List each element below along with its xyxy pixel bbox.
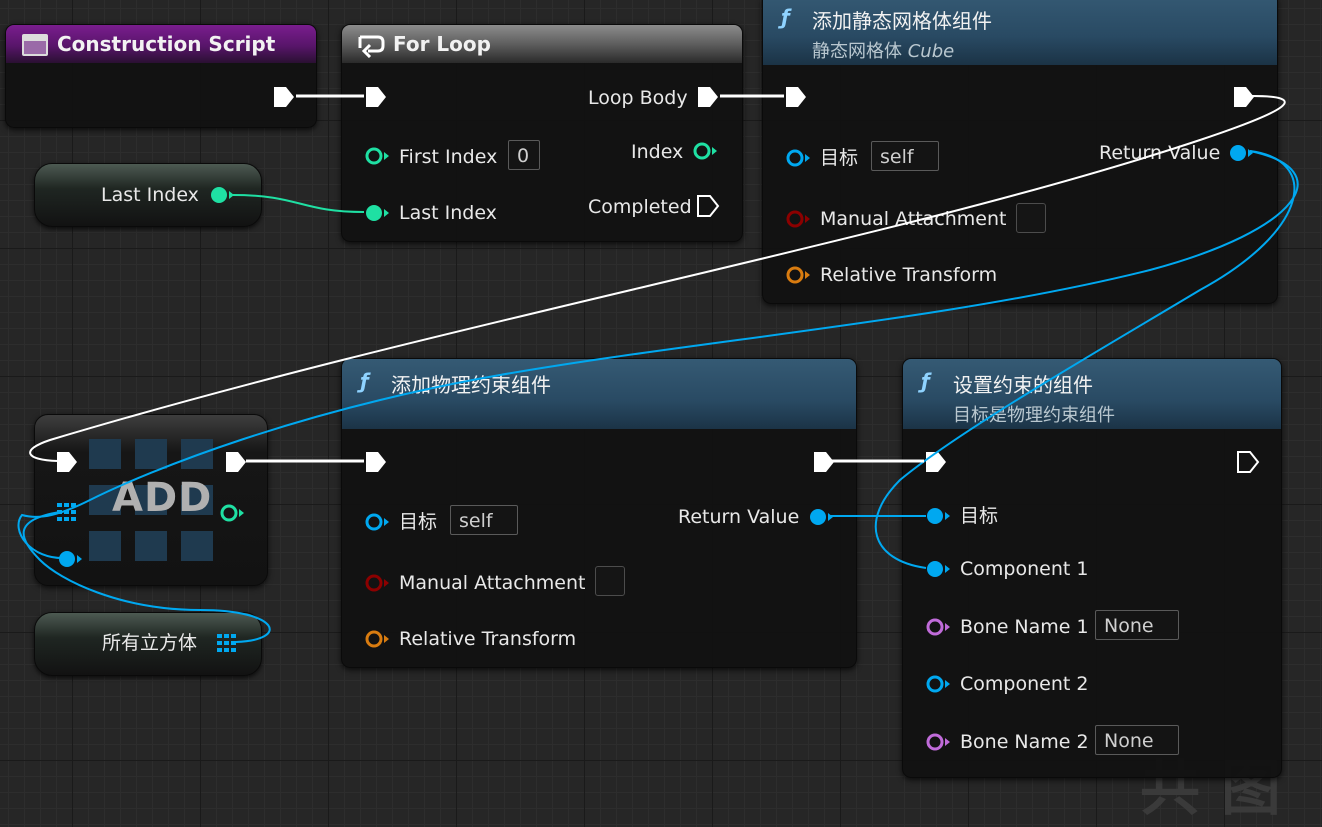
bone-name1-pin-icon[interactable] — [925, 617, 951, 637]
target-label: 目标 — [960, 505, 999, 527]
index-pin-icon[interactable] — [692, 141, 718, 161]
add-node-label: ADD — [112, 475, 213, 521]
completed-exec-pin-icon[interactable] — [696, 194, 720, 218]
add-static-mesh-title: 添加静态网格体组件 — [812, 9, 992, 33]
bone-name2-label: Bone Name 2 — [960, 731, 1089, 753]
index-label: Index — [631, 141, 684, 163]
exec-in-pin-icon[interactable] — [784, 85, 808, 109]
relative-transform-label: Relative Transform — [820, 264, 998, 286]
add-physics-constraint-title: 添加物理约束组件 — [391, 373, 551, 397]
manual-attachment-checkbox[interactable] — [595, 566, 625, 596]
first-index-pin-icon[interactable] — [364, 146, 390, 166]
target-pin-icon[interactable] — [364, 512, 390, 532]
return-value-pin-icon[interactable] — [808, 507, 834, 527]
event-graph-icon — [22, 34, 48, 56]
bone-name2-field[interactable]: None — [1095, 725, 1179, 755]
bone-name1-field[interactable]: None — [1095, 610, 1179, 640]
last-index-label: Last Index — [399, 202, 497, 224]
exec-in-pin-icon[interactable] — [55, 450, 79, 474]
bone-name1-label: Bone Name 1 — [960, 616, 1089, 638]
array-grid-cell — [135, 531, 167, 561]
target-field[interactable]: self — [871, 141, 939, 171]
return-value-label: Return Value — [678, 506, 800, 528]
target-pin-icon[interactable] — [925, 506, 951, 526]
array-add-node[interactable]: ADD — [34, 414, 268, 586]
construction-script-node[interactable]: Construction Script — [5, 24, 317, 128]
component2-label: Component 2 — [960, 673, 1089, 695]
bone-name2-pin-icon[interactable] — [925, 732, 951, 752]
loop-body-label: Loop Body — [588, 87, 688, 109]
for-loop-node[interactable]: For Loop Loop Body First Index 0 Index L… — [341, 24, 743, 242]
exec-out-pin-icon[interactable] — [224, 450, 248, 474]
array-grid-cell — [89, 531, 121, 561]
array-grid-icon[interactable] — [217, 634, 237, 652]
exec-out-pin-icon[interactable] — [272, 85, 296, 109]
exec-in-pin-icon[interactable] — [924, 450, 948, 474]
manual-attachment-checkbox[interactable] — [1016, 203, 1046, 233]
array-grid-icon[interactable] — [57, 503, 77, 521]
array-grid-cell — [135, 439, 167, 469]
exec-out-pin-icon[interactable] — [1232, 85, 1256, 109]
relative-transform-pin-icon[interactable] — [364, 629, 390, 649]
last-index-variable[interactable]: Last Index — [34, 163, 262, 227]
return-value-pin-icon[interactable] — [1228, 143, 1254, 163]
add-static-mesh-subtitle: 静态网格体 Cube — [812, 41, 955, 62]
target-pin-icon[interactable] — [785, 148, 811, 168]
last-index-pin-icon[interactable] — [364, 203, 390, 223]
target-label: 目标 — [820, 147, 859, 169]
last-index-variable-label: Last Index — [101, 184, 199, 206]
item-in-pin-icon[interactable] — [57, 549, 83, 569]
exec-out-pin-icon[interactable] — [812, 450, 836, 474]
function-icon: ƒ — [360, 369, 369, 393]
manual-attachment-pin-icon[interactable] — [785, 209, 811, 229]
return-value-label: Return Value — [1099, 142, 1221, 164]
for-loop-title: For Loop — [393, 32, 491, 56]
function-icon: ƒ — [781, 5, 790, 29]
all-cubes-variable-label: 所有立方体 — [102, 632, 198, 654]
array-grid-cell — [181, 439, 213, 469]
add-physics-constraint-node[interactable]: ƒ 添加物理约束组件 目标 self Return Value Manual A… — [341, 358, 857, 668]
set-constrained-components-title: 设置约束的组件 — [953, 373, 1093, 397]
completed-label: Completed — [588, 196, 692, 218]
loop-icon — [358, 35, 385, 58]
set-constrained-components-node[interactable]: ƒ 设置约束的组件 目标是物理约束组件 目标 Component 1 Bone … — [902, 358, 1282, 778]
component1-label: Component 1 — [960, 558, 1089, 580]
relative-transform-label: Relative Transform — [399, 628, 577, 650]
manual-attachment-label: Manual Attachment — [820, 208, 1007, 230]
construction-script-title: Construction Script — [57, 32, 276, 56]
all-cubes-variable[interactable]: 所有立方体 — [34, 612, 262, 676]
first-index-label: First Index — [399, 146, 498, 168]
relative-transform-pin-icon[interactable] — [785, 265, 811, 285]
component1-pin-icon[interactable] — [925, 559, 951, 579]
function-icon: ƒ — [921, 369, 930, 393]
array-grid-cell — [89, 439, 121, 469]
component2-pin-icon[interactable] — [925, 674, 951, 694]
manual-attachment-pin-icon[interactable] — [364, 573, 390, 593]
set-constrained-components-subtitle: 目标是物理约束组件 — [953, 405, 1115, 426]
index-out-pin-icon[interactable] — [219, 503, 245, 523]
add-static-mesh-component-node[interactable]: ƒ 添加静态网格体组件 静态网格体 Cube 目标 self Return Va… — [762, 0, 1278, 304]
first-index-field[interactable]: 0 — [508, 140, 540, 170]
array-grid-cell — [181, 531, 213, 561]
target-field[interactable]: self — [450, 505, 518, 535]
exec-out-pin-icon[interactable] — [1236, 450, 1260, 474]
exec-in-pin-icon[interactable] — [364, 85, 388, 109]
manual-attachment-label: Manual Attachment — [399, 572, 586, 594]
target-label: 目标 — [399, 511, 438, 533]
loop-body-exec-pin-icon[interactable] — [696, 85, 720, 109]
int-out-pin-icon[interactable] — [209, 185, 235, 205]
exec-in-pin-icon[interactable] — [364, 450, 388, 474]
